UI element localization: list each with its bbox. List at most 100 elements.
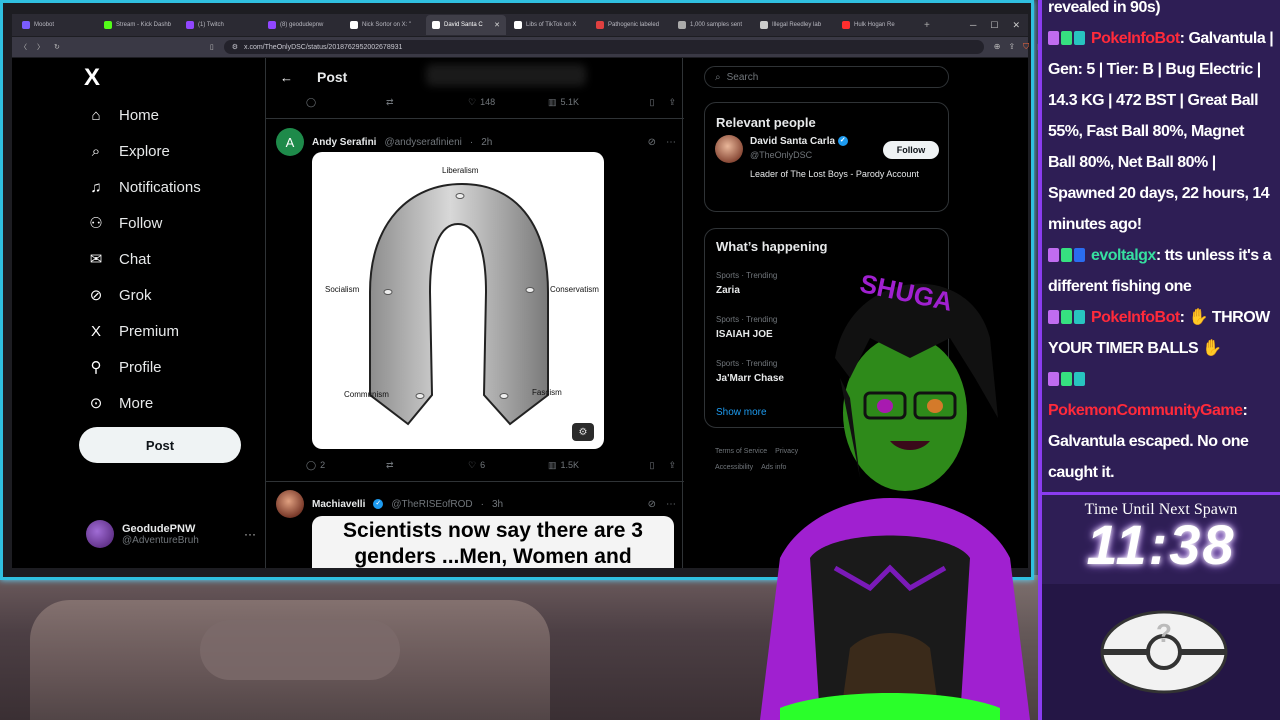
tab-favicon-icon [104, 21, 112, 29]
sidebar-item-premium[interactable]: X Premium [87, 322, 179, 340]
sidebar-item-profile[interactable]: ⚲ Profile [87, 358, 162, 377]
share-icon[interactable]: ⇪ [668, 460, 676, 471]
share-icon[interactable]: ⇪ [1008, 42, 1015, 52]
tweet-author-name[interactable]: Machiavelli [312, 499, 365, 510]
brave-shield-icon[interactable]: ⛉ [1023, 42, 1029, 52]
edit-image-icon[interactable]: ⚙ [572, 423, 594, 441]
back-icon[interactable]: 〈 [20, 42, 27, 52]
sidebar-item-grok[interactable]: ⊘ Grok [87, 286, 152, 305]
tweet-author-handle[interactable]: @TheRISEofROD [391, 499, 472, 510]
stream-chat: revealed in 90s) PokeInfoBot: Galvantula… [1038, 0, 1280, 496]
person-bio: Leader of The Lost Boys - Parody Account [750, 169, 919, 179]
account-switcher[interactable]: GeodudePNW @AdventureBruh ··· [86, 516, 256, 552]
like-button[interactable]: ♡ 148 [468, 97, 548, 108]
chat-username[interactable]: evoltalgx [1091, 247, 1156, 264]
back-arrow-icon[interactable]: ← [280, 70, 293, 85]
reply-button[interactable]: ◯ [306, 97, 386, 108]
repost-icon: ⇄ [386, 459, 394, 470]
sidebar-item-explore[interactable]: ⌕ Explore [87, 142, 170, 160]
site-info-icon[interactable]: ⚙ [232, 43, 238, 51]
relevant-people-panel: Relevant people David Santa Carla ✓ @The… [704, 102, 949, 212]
search-icon: ⌕ [91, 142, 101, 160]
post-button[interactable]: Post [79, 427, 241, 463]
search-input[interactable]: ⌕ Search [704, 66, 949, 88]
nail-hole [415, 393, 425, 399]
more-options-icon[interactable]: ⋯ [666, 137, 676, 148]
repost-button[interactable]: ⇄ [386, 97, 468, 108]
minimize-icon[interactable]: ─ [970, 20, 976, 31]
more-options-icon[interactable]: ⋯ [666, 499, 676, 510]
new-tab-button[interactable]: + [918, 20, 936, 31]
sidebar-item-home[interactable]: ⌂ Home [87, 106, 159, 124]
chat-username[interactable]: PokemonCommunityGame [1048, 402, 1243, 419]
chat-username[interactable]: PokeInfoBot [1091, 309, 1180, 326]
browser-tab[interactable]: Illegal Reedley lab [754, 15, 834, 35]
horseshoe-shape [369, 182, 549, 426]
close-tab-icon[interactable]: ✕ [494, 21, 500, 29]
address-bar[interactable]: ⚙ x.com/TheOnlyDSC/status/20187629520026… [223, 40, 984, 54]
forward-icon[interactable]: 〉 [37, 42, 44, 52]
browser-tab[interactable]: Nick Sortor on X: " [344, 15, 424, 35]
premium-icon: X [90, 322, 101, 340]
more-icon: ⊙ [89, 395, 103, 412]
divider [266, 481, 684, 482]
sidebar-item-chat[interactable]: ✉ Chat [87, 250, 151, 269]
browser-tab-active[interactable]: David Santa C ✕ [426, 15, 506, 35]
tab-label: Libs of TikTok on X [526, 22, 577, 28]
grok-explain-icon[interactable]: ⊘ [648, 137, 656, 148]
browser-tab[interactable]: Libs of TikTok on X [508, 15, 588, 35]
person-handle[interactable]: @TheOnlyDSC [750, 150, 812, 160]
sidebar-item-follow[interactable]: ⚇ Follow [87, 214, 162, 233]
tweet-time[interactable]: 2h [481, 137, 492, 148]
zoom-icon[interactable]: ⊕ [994, 42, 1001, 52]
share-icon[interactable]: ⇪ [668, 97, 676, 108]
close-window-icon[interactable]: ✕ [1012, 20, 1020, 31]
bookmark-icon[interactable]: ▯ [650, 97, 655, 108]
nail-hole [525, 287, 535, 293]
chat-badge-icon [1074, 310, 1085, 324]
tweet-time[interactable]: 3h [492, 499, 503, 510]
browser-tab[interactable]: 1,000 samples sent [672, 15, 752, 35]
browser-tab[interactable]: (1) Twitch [180, 15, 260, 35]
tweet-author-handle[interactable]: @andyserafinieni [384, 137, 461, 148]
avatar[interactable]: A [276, 128, 304, 156]
tweet-image[interactable]: Scientists now say there are 3 genders .… [312, 516, 674, 568]
tweet-image[interactable]: Liberalism Socialism Conservatism Commun… [312, 152, 604, 449]
browser-tab[interactable]: Moobot [16, 15, 96, 35]
tweet-actions: ◯ 2 ⇄ ♡ 6 ▥ 1.5K ▯ ⇪ [306, 458, 676, 472]
browser-tab[interactable]: Stream - Kick Dashb [98, 15, 178, 35]
bookmark-icon[interactable]: ▯ [650, 460, 655, 471]
reply-icon: ◯ [306, 96, 317, 107]
like-button[interactable]: ♡ 6 [468, 460, 548, 471]
reload-icon[interactable]: ↻ [54, 43, 60, 51]
sidebar-item-notifications[interactable]: ♫ Notifications [87, 178, 200, 196]
person-name[interactable]: David Santa Carla ✓ [750, 136, 848, 147]
tweet-dot: · [469, 136, 474, 148]
eye-right [927, 399, 943, 413]
more-options-icon[interactable]: ··· [244, 527, 256, 541]
panel-title: Relevant people [716, 115, 816, 130]
sidebar-item-more[interactable]: ⊙ More [87, 394, 153, 413]
trend-item[interactable]: Zaria [716, 285, 740, 296]
tab-favicon-icon [678, 21, 686, 29]
repost-button[interactable]: ⇄ [386, 460, 468, 471]
follow-button[interactable]: Follow [883, 141, 939, 159]
avatar[interactable] [276, 490, 304, 518]
views-button[interactable]: ▥ 5.1K [548, 97, 628, 108]
browser-tab[interactable]: Hulk Hogan Re [836, 15, 916, 35]
chat-username[interactable]: PokeInfoBot [1091, 30, 1180, 47]
label-right: Conservatism [550, 285, 599, 294]
tweet-author-name[interactable]: Andy Serafini [312, 137, 376, 148]
views-button[interactable]: ▥ 1.5K [548, 460, 628, 471]
avatar[interactable] [715, 135, 743, 163]
grok-explain-icon[interactable]: ⊘ [648, 499, 656, 510]
reply-icon: ◯ [306, 459, 317, 470]
x-logo-icon[interactable]: X [84, 64, 100, 92]
spawn-timer: Time Until Next Spawn 11:38 [1038, 492, 1280, 584]
maximize-icon[interactable]: ☐ [990, 20, 998, 31]
browser-tab[interactable]: (8) geodudepnw [262, 15, 342, 35]
bookmark-page-icon[interactable]: ▯ [210, 43, 214, 51]
reply-button[interactable]: ◯ 2 [306, 460, 386, 471]
browser-tab[interactable]: Pathogenic labeled [590, 15, 670, 35]
chat-message: revealed in 90s) [1042, 0, 1280, 23]
